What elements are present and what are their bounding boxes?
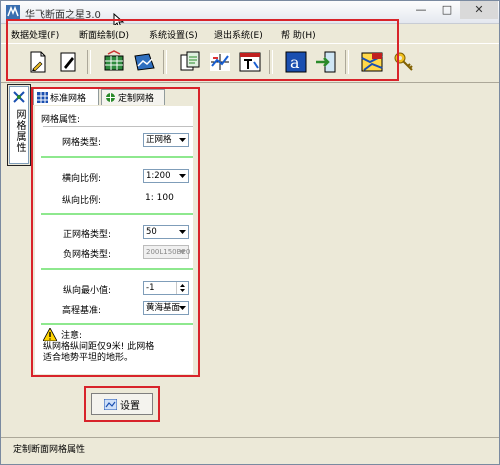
minimize-button[interactable]: — <box>408 1 434 19</box>
text-icon <box>239 52 261 72</box>
copy-button[interactable] <box>177 49 203 75</box>
grid-properties-icon <box>13 91 25 103</box>
status-bar: 定制断面网格属性 <box>1 437 499 456</box>
grid-type-value: 正网格 <box>146 135 172 145</box>
tab-strip: 标准网格 定制网格 <box>33 88 198 106</box>
warning-icon <box>43 328 57 341</box>
minimize-icon: — <box>415 3 427 16</box>
import-icon <box>316 51 336 73</box>
settings-button[interactable]: 设置 <box>91 393 153 415</box>
tab-standard-label: 标准网格 <box>50 93 87 104</box>
pos-grid-value: 50 <box>146 227 157 237</box>
pos-grid-select[interactable]: 50 <box>143 225 189 239</box>
v-scale-value: 1: 100 <box>145 193 174 203</box>
h-scale-value: 1:200 <box>146 171 171 181</box>
menu-bar: 数据处理(F) 断面绘制(D) 系统设置(S) 退出系统(E) 帮 助(H) <box>1 25 499 42</box>
new-doc-icon <box>30 51 46 73</box>
tab-standard-grid[interactable]: 标准网格 <box>33 88 99 105</box>
section-divider-3 <box>41 268 193 270</box>
terrain-icon <box>134 53 155 71</box>
text-button[interactable] <box>237 49 263 75</box>
chevron-down-icon <box>176 170 188 182</box>
spinner-arrows-icon[interactable] <box>176 282 188 294</box>
grid-properties-panel: 网格属性: 网格类型: 正网格 横向比例: 1:200 纵向比例: 1: 100… <box>35 106 193 374</box>
datum-select[interactable]: 黄海基面 <box>143 301 189 315</box>
key-button[interactable] <box>391 49 417 75</box>
app-logo-icon <box>6 5 20 19</box>
chevron-down-icon <box>176 226 188 238</box>
pos-grid-label: 正网格类型: <box>62 230 111 240</box>
chevron-down-icon <box>176 134 188 146</box>
window-title: 华飞断面之星3.0 <box>25 10 101 21</box>
edit-doc-icon <box>60 52 76 72</box>
grid-type-label: 网格类型: <box>61 138 101 148</box>
cross-section-icon <box>210 53 230 71</box>
chevron-down-icon <box>176 302 188 314</box>
v-min-label: 纵向最小值: <box>62 286 111 296</box>
grid-type-select[interactable]: 正网格 <box>143 133 189 147</box>
section-divider-1 <box>41 156 193 158</box>
cross-section-button[interactable] <box>207 49 233 75</box>
copy-icon <box>180 51 200 71</box>
close-icon: ✕ <box>474 3 484 16</box>
divider-line <box>43 126 193 127</box>
h-scale-select[interactable]: 1:200 <box>143 169 189 183</box>
side-tab-grid-properties[interactable]: 网格属性 <box>9 86 29 164</box>
toolbar: a <box>1 43 499 83</box>
settings-icon <box>104 398 117 410</box>
terrain-button[interactable] <box>131 49 157 75</box>
note-text: 纵网格纵间距仅9米! 此网格适合地势平坦的地形。 <box>43 342 155 363</box>
font-icon: a <box>285 51 307 73</box>
custom-grid-icon <box>106 93 115 102</box>
menu-exit-system[interactable]: 退出系统(E) <box>214 28 263 41</box>
svg-text:a: a <box>290 53 300 72</box>
menu-system-settings[interactable]: 系统设置(S) <box>149 28 198 41</box>
section-title: 网格属性: <box>41 115 81 125</box>
v-min-value: -1 <box>146 283 155 293</box>
v-scale-label: 纵向比例: <box>61 196 101 206</box>
import-button[interactable] <box>313 49 339 75</box>
datum-value: 黄海基面 <box>146 303 181 313</box>
font-button[interactable]: a <box>283 49 309 75</box>
side-tab-label: 网格属性 <box>14 109 25 153</box>
grid-button[interactable] <box>101 49 127 75</box>
menu-section-draw[interactable]: 断面绘制(D) <box>79 28 129 41</box>
settings-label: 设置 <box>120 400 140 412</box>
title-bar[interactable]: 华飞断面之星3.0 — □ ✕ <box>1 1 499 29</box>
key-icon <box>394 52 413 71</box>
tab-custom-label: 定制网格 <box>118 94 155 104</box>
h-scale-label: 横向比例: <box>61 174 101 184</box>
section-divider-2 <box>41 213 193 215</box>
menu-data-processing[interactable]: 数据处理(F) <box>11 28 59 41</box>
v-min-spinner[interactable]: -1 <box>143 281 189 295</box>
new-doc-button[interactable] <box>25 49 51 75</box>
datum-label: 高程基准: <box>61 306 101 316</box>
map-button[interactable] <box>359 49 385 75</box>
chevron-down-icon <box>176 246 188 258</box>
map-icon <box>361 52 383 72</box>
menu-help[interactable]: 帮 助(H) <box>281 28 316 41</box>
tab-custom-grid[interactable]: 定制网格 <box>101 89 165 105</box>
grid-icon <box>104 50 124 71</box>
standard-grid-icon <box>37 91 48 103</box>
neg-grid-select: 200L150B20 <box>143 245 190 259</box>
note-title: 注意: <box>61 331 83 341</box>
edit-doc-button[interactable] <box>55 49 81 75</box>
neg-grid-label: 负网格类型: <box>62 250 111 260</box>
main-window: 华飞断面之星3.0 — □ ✕ 数据处理(F) 断面绘制(D) 系统设置(S) … <box>0 0 500 465</box>
section-divider-4 <box>41 323 193 325</box>
maximize-button[interactable]: □ <box>434 1 460 19</box>
status-text: 定制断面网格属性 <box>13 445 86 455</box>
maximize-icon: □ <box>441 3 453 16</box>
close-button[interactable]: ✕ <box>460 1 498 19</box>
